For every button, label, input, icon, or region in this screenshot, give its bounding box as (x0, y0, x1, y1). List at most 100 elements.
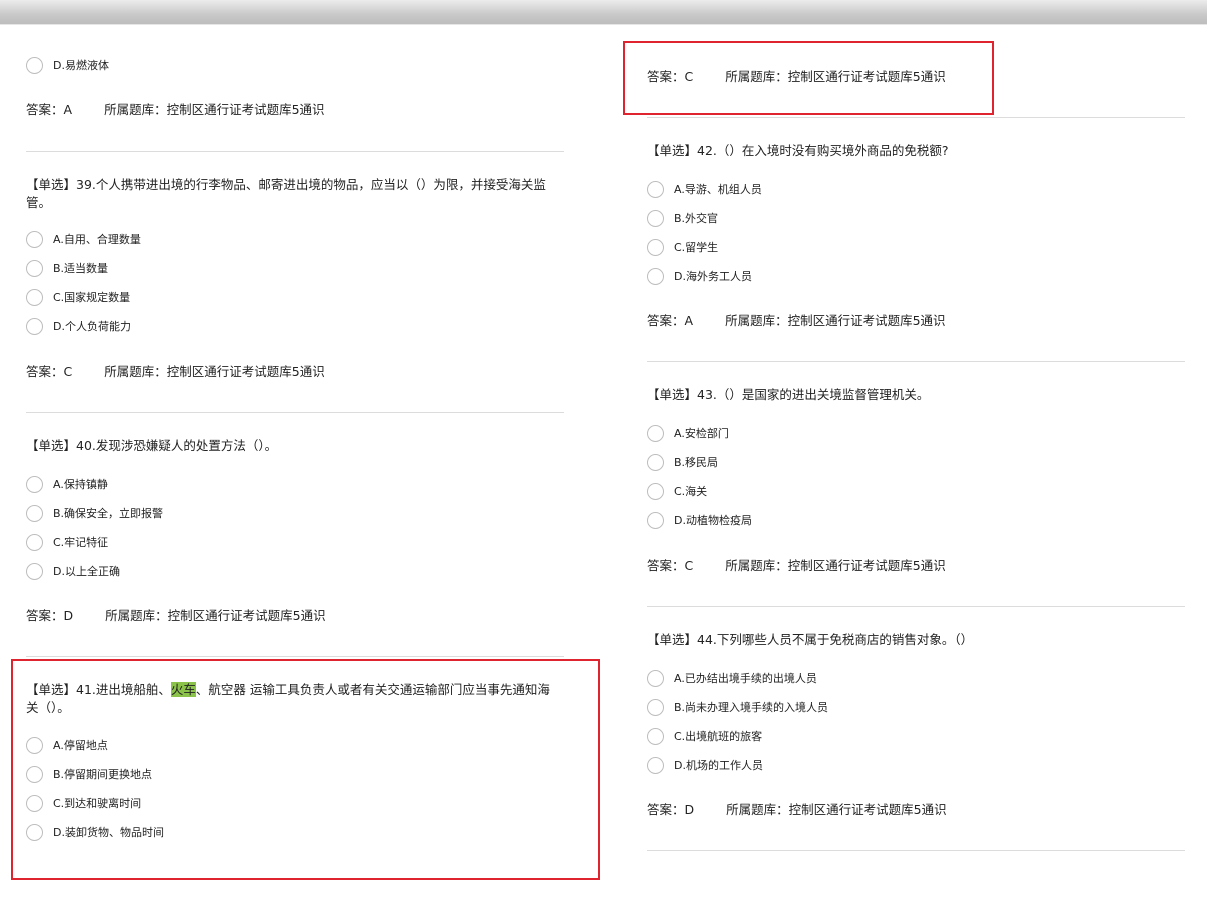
answer-line-q42: 答案：A 所属题库：控制区通行证考试题库5通识 (647, 310, 946, 329)
option-q44-a[interactable]: A.已办结出境手续的出境人员 (647, 667, 828, 689)
radio-icon[interactable] (647, 698, 664, 716)
radio-icon[interactable] (26, 475, 43, 493)
option-q43-a[interactable]: A.安检部门 (647, 422, 752, 444)
option-label: D.海外务工人员 (674, 270, 752, 283)
answer-value: D (684, 802, 695, 817)
radio-icon[interactable] (647, 511, 664, 529)
question-bank: 所属题库：控制区通行证考试题库5通识 (104, 364, 324, 379)
option-label: A.自用、合理数量 (53, 233, 141, 246)
bank-label: 所属题库： (104, 102, 167, 117)
annotation-box-question-41 (11, 659, 600, 880)
radio-icon[interactable] (647, 727, 664, 745)
divider (647, 850, 1185, 851)
question-44-options: A.已办结出境手续的出境人员 B.尚未办理入境手续的入境人员 C.出境航班的旅客… (647, 667, 828, 776)
bank-name: 控制区通行证考试题库5通识 (787, 558, 946, 573)
question-40-options: A.保持镇静 B.确保安全，立即报警 C.牢记特征 D.以上全正确 (26, 473, 163, 582)
option-label: D.动植物检疫局 (674, 514, 752, 527)
answer-value: A (63, 102, 73, 117)
option-q40-b[interactable]: B.确保安全，立即报警 (26, 502, 163, 524)
option-label: A.导游、机组人员 (674, 183, 762, 196)
annotation-box-answer-41 (623, 41, 994, 115)
option-q39-a[interactable]: A.自用、合理数量 (26, 228, 141, 250)
option-q39-d[interactable]: D.个人负荷能力 (26, 315, 141, 337)
divider (26, 151, 564, 152)
divider (647, 606, 1185, 607)
radio-icon[interactable] (26, 533, 43, 551)
option-q43-d[interactable]: D.动植物检疫局 (647, 509, 752, 531)
radio-icon[interactable] (647, 238, 664, 256)
option-q43-b[interactable]: B.移民局 (647, 451, 752, 473)
radio-icon[interactable] (647, 180, 664, 198)
answer-label: 答案： (26, 608, 64, 623)
radio-icon[interactable] (647, 756, 664, 774)
option-q42-b[interactable]: B.外交官 (647, 207, 762, 229)
answer-line-q39: 答案：C 所属题库：控制区通行证考试题库5通识 (26, 361, 325, 380)
question-42-options: A.导游、机组人员 B.外交官 C.留学生 D.海外务工人员 (647, 178, 762, 287)
option-q39-b[interactable]: B.适当数量 (26, 257, 141, 279)
bank-name: 控制区通行证考试题库5通识 (167, 608, 326, 623)
radio-icon[interactable] (26, 562, 43, 580)
bank-name: 控制区通行证考试题库5通识 (787, 313, 946, 328)
question-bank: 所属题库：控制区通行证考试题库5通识 (725, 313, 945, 328)
divider (647, 361, 1185, 362)
answer-label: 答案： (647, 313, 685, 328)
answer-line-q43: 答案：C 所属题库：控制区通行证考试题库5通识 (647, 555, 946, 574)
question-bank: 所属题库：控制区通行证考试题库5通识 (725, 558, 945, 573)
option-q42-d[interactable]: D.海外务工人员 (647, 265, 762, 287)
answer-value: A (684, 313, 694, 328)
option-q44-c[interactable]: C.出境航班的旅客 (647, 725, 828, 747)
option-q42-a[interactable]: A.导游、机组人员 (647, 178, 762, 200)
bank-name: 控制区通行证考试题库5通识 (166, 364, 325, 379)
option-label: C.出境航班的旅客 (674, 730, 763, 743)
option-q40-d[interactable]: D.以上全正确 (26, 560, 163, 582)
answer-value: C (684, 558, 694, 573)
option-label: B.尚未办理入境手续的入境人员 (674, 701, 829, 714)
option-label: B.移民局 (674, 456, 719, 469)
option-q42-c[interactable]: C.留学生 (647, 236, 762, 258)
answer-label: 答案： (26, 102, 64, 117)
option-label: A.安检部门 (674, 427, 729, 440)
option-q44-d[interactable]: D.机场的工作人员 (647, 754, 828, 776)
question-bank: 所属题库：控制区通行证考试题库5通识 (105, 608, 325, 623)
radio-icon[interactable] (647, 209, 664, 227)
option-label: D.易燃液体 (53, 59, 109, 72)
bank-name: 控制区通行证考试题库5通识 (788, 802, 947, 817)
option-q40-c[interactable]: C.牢记特征 (26, 531, 163, 553)
radio-icon[interactable] (647, 453, 664, 471)
bank-name: 控制区通行证考试题库5通识 (166, 102, 325, 117)
option-q44-b[interactable]: B.尚未办理入境手续的入境人员 (647, 696, 828, 718)
question-bank: 所属题库：控制区通行证考试题库5通识 (104, 102, 324, 117)
radio-icon[interactable] (26, 504, 43, 522)
answer-label: 答案： (647, 558, 685, 573)
bank-label: 所属题库： (105, 608, 168, 623)
radio-icon[interactable] (26, 288, 43, 306)
radio-icon[interactable] (26, 56, 43, 74)
option-q39-c[interactable]: C.国家规定数量 (26, 286, 141, 308)
radio-icon[interactable] (647, 424, 664, 442)
question-44-title: 【单选】44.下列哪些人员不属于免税商店的销售对象。（） (647, 632, 974, 647)
browser-top-bar (0, 0, 1207, 25)
radio-icon[interactable] (26, 317, 43, 335)
question-39-options: A.自用、合理数量 B.适当数量 C.国家规定数量 D.个人负荷能力 (26, 228, 141, 337)
option-label: C.国家规定数量 (53, 291, 131, 304)
radio-icon[interactable] (26, 259, 43, 277)
question-bank: 所属题库：控制区通行证考试题库5通识 (726, 802, 946, 817)
option-label: B.外交官 (674, 212, 719, 225)
option-label: C.牢记特征 (53, 536, 109, 549)
radio-icon[interactable] (647, 482, 664, 500)
radio-icon[interactable] (647, 669, 664, 687)
option-label: C.留学生 (674, 241, 719, 254)
question-40-title: 【单选】40.发现涉恐嫌疑人的处置方法（）。 (26, 438, 278, 453)
radio-icon[interactable] (647, 267, 664, 285)
answer-label: 答案： (26, 364, 64, 379)
bank-label: 所属题库： (104, 364, 167, 379)
question-43-options: A.安检部门 B.移民局 C.海关 D.动植物检疫局 (647, 422, 752, 531)
option-q38-d[interactable]: D.易燃液体 (26, 54, 109, 76)
answer-value: D (63, 608, 74, 623)
radio-icon[interactable] (26, 230, 43, 248)
option-q43-c[interactable]: C.海关 (647, 480, 752, 502)
question-39-title: 【单选】39.个人携带进出境的行李物品、邮寄进出境的物品，应当以（）为限，并接受… (26, 177, 546, 210)
option-label: D.以上全正确 (53, 565, 120, 578)
option-q40-a[interactable]: A.保持镇静 (26, 473, 163, 495)
bank-label: 所属题库： (726, 802, 789, 817)
